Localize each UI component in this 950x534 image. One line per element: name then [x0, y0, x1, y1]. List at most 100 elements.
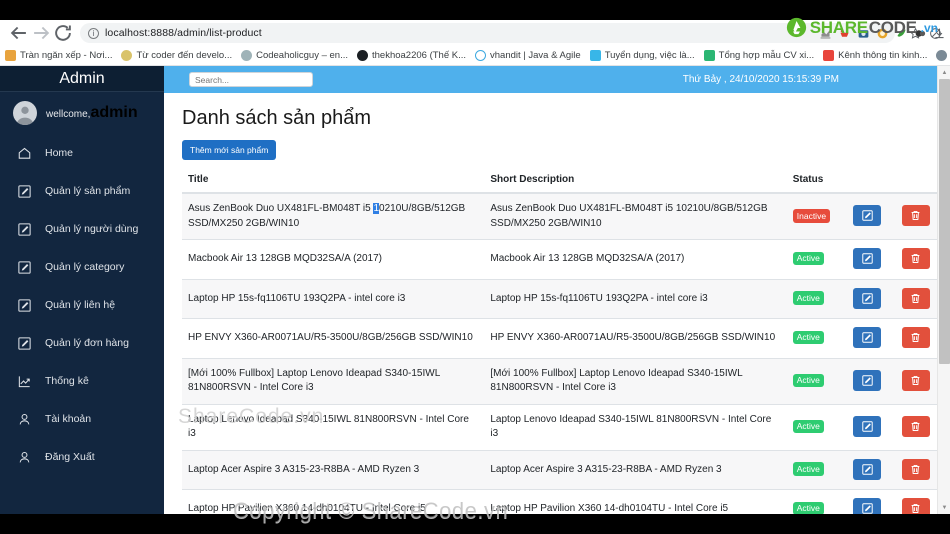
edit-product-button[interactable]	[853, 369, 882, 391]
edit-square-icon	[16, 183, 32, 199]
delete-product-button[interactable]	[901, 205, 930, 227]
back-arrow-icon[interactable]	[8, 22, 30, 44]
sidebar-item-users[interactable]: Quản lý người dùng	[0, 210, 164, 248]
edit-product-button[interactable]	[853, 205, 882, 227]
edit-product-button[interactable]	[853, 498, 882, 514]
product-table-body: Asus ZenBook Duo UX481FL-BM048T i5 10210…	[182, 192, 937, 514]
edit-product-button[interactable]	[853, 248, 882, 269]
sidebar-item-home[interactable]: Home	[0, 134, 164, 172]
edit-square-icon	[16, 221, 32, 237]
table-header-row: Title Short Description Status	[182, 170, 937, 194]
bookmark-label: thekhoa2206 (Thế K...	[372, 50, 467, 61]
welcome-text: wellcome,admin	[46, 104, 138, 122]
bookmark-item[interactable]: Kênh thông tin kinh...	[823, 50, 927, 61]
home-icon	[16, 145, 32, 161]
cell-edit-action	[847, 192, 896, 240]
sidebar-item-products[interactable]: Quản lý sản phẩm	[0, 172, 164, 210]
delete-product-button[interactable]	[901, 369, 930, 391]
delete-product-button[interactable]	[901, 498, 930, 514]
scroll-up-arrow-icon[interactable]: ▲	[938, 66, 950, 79]
cell-short-description: Laptop Acer Aspire 3 A315-23-R8BA - AMD …	[484, 449, 787, 490]
bookmark-item[interactable]: thekhoa2206 (Thế K...	[357, 50, 466, 61]
forward-arrow-icon[interactable]	[30, 22, 52, 44]
main-content: Danh sách sản phẩm Thêm mới sản phẩm Tit…	[164, 93, 937, 514]
column-header-title: Title	[182, 170, 485, 194]
edit-square-icon	[16, 259, 32, 275]
delete-product-button[interactable]	[901, 327, 930, 348]
cell-delete-action	[895, 489, 937, 514]
sidebar-item-category[interactable]: Quản lý category	[0, 248, 164, 286]
bookmark-favicon	[703, 50, 715, 61]
cell-delete-action	[895, 278, 937, 319]
cell-title: Laptop Acer Aspire 3 A315-23-R8BA - AMD …	[182, 449, 485, 490]
bookmark-item[interactable]: Từ coder đến develo...	[121, 50, 232, 61]
delete-product-button[interactable]	[901, 415, 930, 437]
scroll-down-arrow-icon[interactable]: ▼	[938, 501, 950, 514]
search-input[interactable]	[189, 72, 313, 87]
bookmark-item[interactable]: Tràn ngăn xếp - Nơi...	[5, 50, 112, 61]
site-info-icon[interactable]: i	[88, 27, 99, 39]
add-product-button[interactable]: Thêm mới sản phẩm	[182, 140, 277, 160]
sidebar-brand: Admin	[0, 66, 164, 92]
sidebar-item-statistics[interactable]: Thống kê	[0, 362, 164, 400]
table-row: Laptop Lenovo Ideapad S340-15IWL 81N800R…	[182, 403, 937, 450]
edit-square-icon	[16, 335, 32, 351]
chart-trend-icon	[16, 373, 32, 389]
current-user-name: admin	[90, 104, 138, 121]
table-row: HP ENVY X360-AR0071AU/R5-3500U/8GB/256GB…	[182, 318, 937, 358]
edit-product-button[interactable]	[853, 458, 882, 480]
sidebar-item-orders[interactable]: Quản lý đơn hàng	[0, 324, 164, 362]
table-row: [Mới 100% Fullbox] Laptop Lenovo Ideapad…	[182, 357, 937, 404]
letterbox-bottom	[0, 514, 950, 534]
edit-product-button[interactable]	[853, 287, 882, 309]
status-badge: Active	[792, 251, 824, 266]
column-header-status: Status	[786, 170, 937, 194]
bookmarks-bar: Tràn ngăn xếp - Nơi... Từ coder đến deve…	[0, 46, 950, 66]
address-bar[interactable]: i localhost:8888/admin/list-product	[80, 23, 895, 43]
delete-product-button[interactable]	[901, 248, 930, 269]
sidebar-item-account[interactable]: Tài khoản	[0, 400, 164, 438]
bookmark-favicon	[121, 50, 133, 61]
bookmark-item[interactable]: vhandit | Java & Agile	[475, 50, 581, 61]
cell-delete-action	[895, 403, 937, 450]
status-badge: Inactive	[792, 209, 831, 223]
delete-product-button[interactable]	[901, 458, 930, 480]
scrollbar-thumb[interactable]	[939, 79, 950, 364]
reload-icon[interactable]	[52, 22, 74, 44]
bookmark-item[interactable]: Codeaholicguy – en...	[241, 50, 348, 61]
sharecode-logo-mark	[786, 17, 807, 38]
status-badge: Active	[792, 419, 824, 433]
screen-root: i localhost:8888/admin/list-product Tràn…	[0, 0, 950, 534]
status-badge: Active	[792, 373, 824, 387]
user-avatar-icon	[13, 101, 37, 125]
status-badge: Active	[792, 501, 824, 514]
sidebar-item-label: Quản lý sản phẩm	[45, 185, 131, 197]
cell-title: HP ENVY X360-AR0071AU/R5-3500U/8GB/256GB…	[182, 318, 485, 358]
cell-status: Active	[786, 489, 848, 514]
cell-short-description: Laptop Lenovo Ideapad S340-15IWL 81N800R…	[484, 403, 787, 450]
bookmark-favicon	[5, 50, 16, 61]
bookmark-favicon	[823, 50, 835, 61]
table-row: Asus ZenBook Duo UX481FL-BM048T i5 10210…	[182, 192, 937, 240]
cell-delete-action	[895, 357, 937, 404]
bookmark-item[interactable]: Tuyển dụng, việc là...	[589, 50, 695, 61]
sidebar-item-logout[interactable]: Đăng Xuất	[0, 438, 164, 476]
table-row: Laptop Acer Aspire 3 A315-23-R8BA - AMD …	[182, 449, 937, 490]
edit-product-button[interactable]	[853, 327, 882, 348]
bookmark-item[interactable]: https://dk-sie.hust.e...	[936, 50, 950, 61]
bookmark-label: Codeaholicguy – en...	[256, 50, 348, 61]
bookmark-label: Tràn ngăn xếp - Nơi...	[20, 50, 113, 61]
bookmark-item[interactable]: Tổng hợp mẫu CV xi...	[703, 50, 814, 61]
cell-delete-action	[895, 239, 937, 279]
sidebar-item-contact[interactable]: Quản lý liên hệ	[0, 286, 164, 324]
status-badge: Active	[792, 462, 824, 476]
bookmark-favicon	[475, 50, 487, 61]
cell-delete-action	[895, 449, 937, 490]
cell-edit-action	[847, 318, 896, 358]
delete-product-button[interactable]	[901, 287, 930, 309]
cell-status: Active	[786, 449, 848, 490]
edit-product-button[interactable]	[853, 415, 882, 437]
vertical-scrollbar[interactable]: ▲ ▼	[937, 66, 950, 514]
cell-short-description: HP ENVY X360-AR0071AU/R5-3500U/8GB/256GB…	[484, 318, 787, 358]
sidebar-item-label: Quản lý category	[45, 261, 125, 273]
